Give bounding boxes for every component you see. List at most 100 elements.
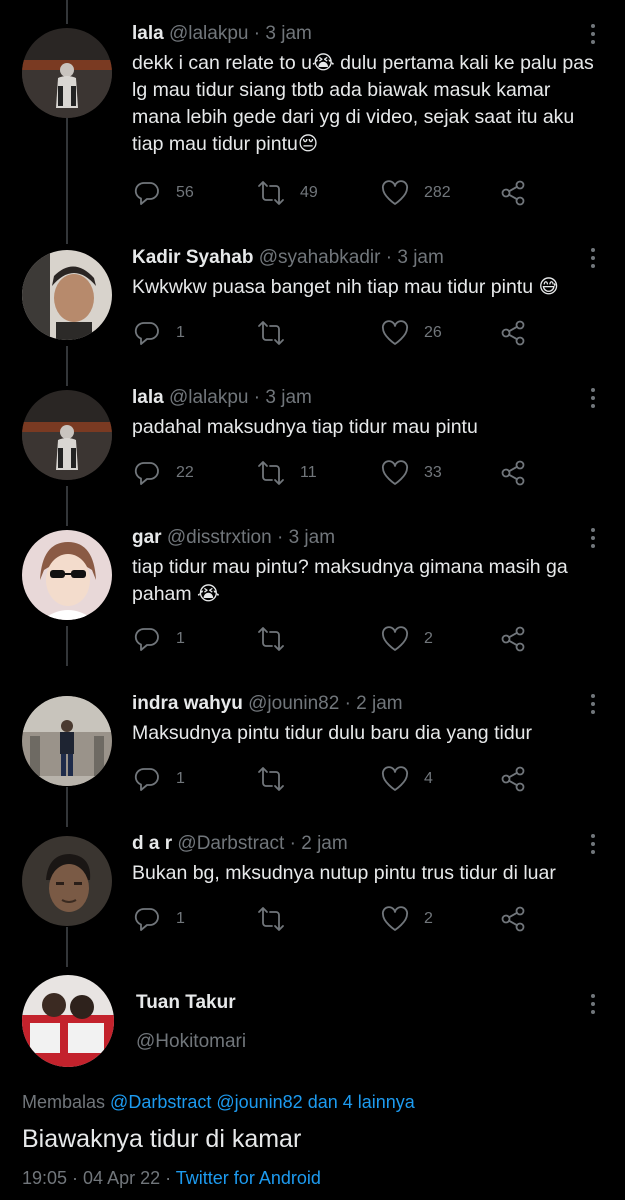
author-name[interactable]: lala [132,387,164,408]
share-icon [501,320,525,346]
like-button[interactable]: 26 [380,318,442,348]
share-button[interactable] [498,178,528,208]
reply-tweet[interactable]: lala @lalakpu · 3 jam dekk i can relate … [0,22,625,222]
reply-count: 1 [176,910,185,927]
more-icon[interactable] [589,834,597,860]
separator: · [289,833,296,854]
replying-to-link[interactable]: @Darbstract @jounin82 [110,1092,303,1112]
reply-tweet[interactable]: d a r @Darbstract · 2 jam Bukan bg, mksu… [0,832,625,942]
share-button[interactable] [498,764,528,794]
more-icon[interactable] [589,388,597,414]
share-button[interactable] [498,624,528,654]
author-handle[interactable]: @Darbstract [177,833,284,854]
like-count: 4 [424,770,433,787]
tweet-text: Maksudnya pintu tidur dulu baru dia yang… [132,722,532,744]
author-name[interactable]: gar [132,527,162,548]
retweet-icon [258,321,284,345]
share-icon [501,180,525,206]
like-icon [382,626,408,651]
reply-button[interactable]: 1 [132,904,185,934]
retweet-button[interactable] [256,904,300,934]
share-button[interactable] [498,458,528,488]
share-button[interactable] [498,904,528,934]
tweet-text: Kwkwkw puasa banget nih tiap mau tidur p… [132,276,559,298]
tweet-text: padahal maksudnya tiap tidur mau pintu [132,416,478,438]
reply-button[interactable]: 56 [132,178,194,208]
author-handle[interactable]: @lalakpu [169,387,249,408]
tweet-header: d a r @Darbstract · 2 jam [132,832,348,856]
retweet-icon [258,767,284,791]
share-icon [501,766,525,792]
like-count: 26 [424,324,442,341]
more-icon[interactable] [589,994,597,1020]
more-icon[interactable] [589,24,597,50]
tweet-source[interactable]: Twitter for Android [176,1168,321,1188]
author-handle[interactable]: @syahabkadir [259,247,381,268]
replying-and[interactable]: dan [308,1092,338,1112]
like-button[interactable]: 2 [380,624,433,654]
reply-button[interactable]: 1 [132,318,185,348]
author-name[interactable]: Tuan Takur [136,992,236,1014]
reply-button[interactable]: 1 [132,764,185,794]
action-bar: 56 49 282 [132,178,552,208]
separator: · [344,693,351,714]
retweet-button[interactable]: 49 [256,178,318,208]
reply-icon [134,628,159,651]
avatar[interactable] [22,250,112,340]
reply-button[interactable]: 1 [132,624,185,654]
like-button[interactable]: 33 [380,458,442,488]
avatar[interactable] [22,390,112,480]
retweet-button[interactable] [256,318,300,348]
avatar[interactable] [22,696,112,786]
reply-tweet[interactable]: indra wahyu @jounin82 · 2 jam Maksudnya … [0,692,625,802]
tweet-timestamp[interactable]: 19:05 · 04 Apr 22 · [22,1168,171,1188]
avatar[interactable] [22,975,114,1067]
reply-tweet[interactable]: lala @lalakpu · 3 jam padahal maksudnya … [0,386,625,496]
author-handle[interactable]: @Hokitomari [136,1031,246,1053]
reply-tweet[interactable]: Kadir Syahab @syahabkadir · 3 jam Kwkwkw… [0,246,625,356]
separator: · [385,247,393,268]
reply-button[interactable]: 22 [132,458,194,488]
retweet-count: 49 [300,184,318,201]
replying-others-link[interactable]: 4 lainnya [343,1092,415,1112]
share-button[interactable] [498,318,528,348]
timestamp[interactable]: 2 jam [301,833,347,854]
like-icon [382,320,408,345]
reply-count: 56 [176,184,194,201]
author-handle[interactable]: @lalakpu [169,23,249,44]
retweet-icon [258,907,284,931]
author-name[interactable]: lala [132,23,164,44]
retweet-count: 11 [300,464,317,481]
avatar[interactable] [22,28,112,118]
more-icon[interactable] [589,248,597,274]
author-handle[interactable]: @disstrxtion [167,527,272,548]
action-bar: 22 11 33 [132,458,552,488]
main-tweet: Tuan Takur @Hokitomari Membalas @Darbstr… [0,972,625,1200]
avatar[interactable] [22,836,112,926]
action-bar: 1 26 [132,318,552,348]
tweet-header: lala @lalakpu · 3 jam [132,386,312,410]
timestamp[interactable]: 2 jam [356,693,402,714]
timestamp[interactable]: 3 jam [265,23,311,44]
author-name[interactable]: indra wahyu [132,693,243,714]
timestamp[interactable]: 3 jam [397,247,443,268]
more-icon[interactable] [589,694,597,720]
more-icon[interactable] [589,528,597,554]
retweet-button[interactable] [256,764,300,794]
tweet-header: indra wahyu @jounin82 · 2 jam [132,692,403,716]
retweet-button[interactable] [256,624,300,654]
tweet-text: tiap tidur mau pintu? maksudnya gimana m… [132,556,568,605]
author-name[interactable]: d a r [132,833,172,854]
avatar[interactable] [22,530,112,620]
author-name[interactable]: Kadir Syahab [132,247,253,268]
retweet-button[interactable]: 11 [256,458,317,488]
like-button[interactable]: 4 [380,764,433,794]
timestamp[interactable]: 3 jam [265,387,311,408]
reply-count: 1 [176,324,185,341]
author-handle[interactable]: @jounin82 [248,693,339,714]
like-button[interactable]: 2 [380,904,433,934]
tweet-header: Kadir Syahab @syahabkadir · 3 jam [132,246,444,270]
like-button[interactable]: 282 [380,178,451,208]
reply-tweet[interactable]: gar @disstrxtion · 3 jam tiap tidur mau … [0,526,625,656]
timestamp[interactable]: 3 jam [289,527,335,548]
